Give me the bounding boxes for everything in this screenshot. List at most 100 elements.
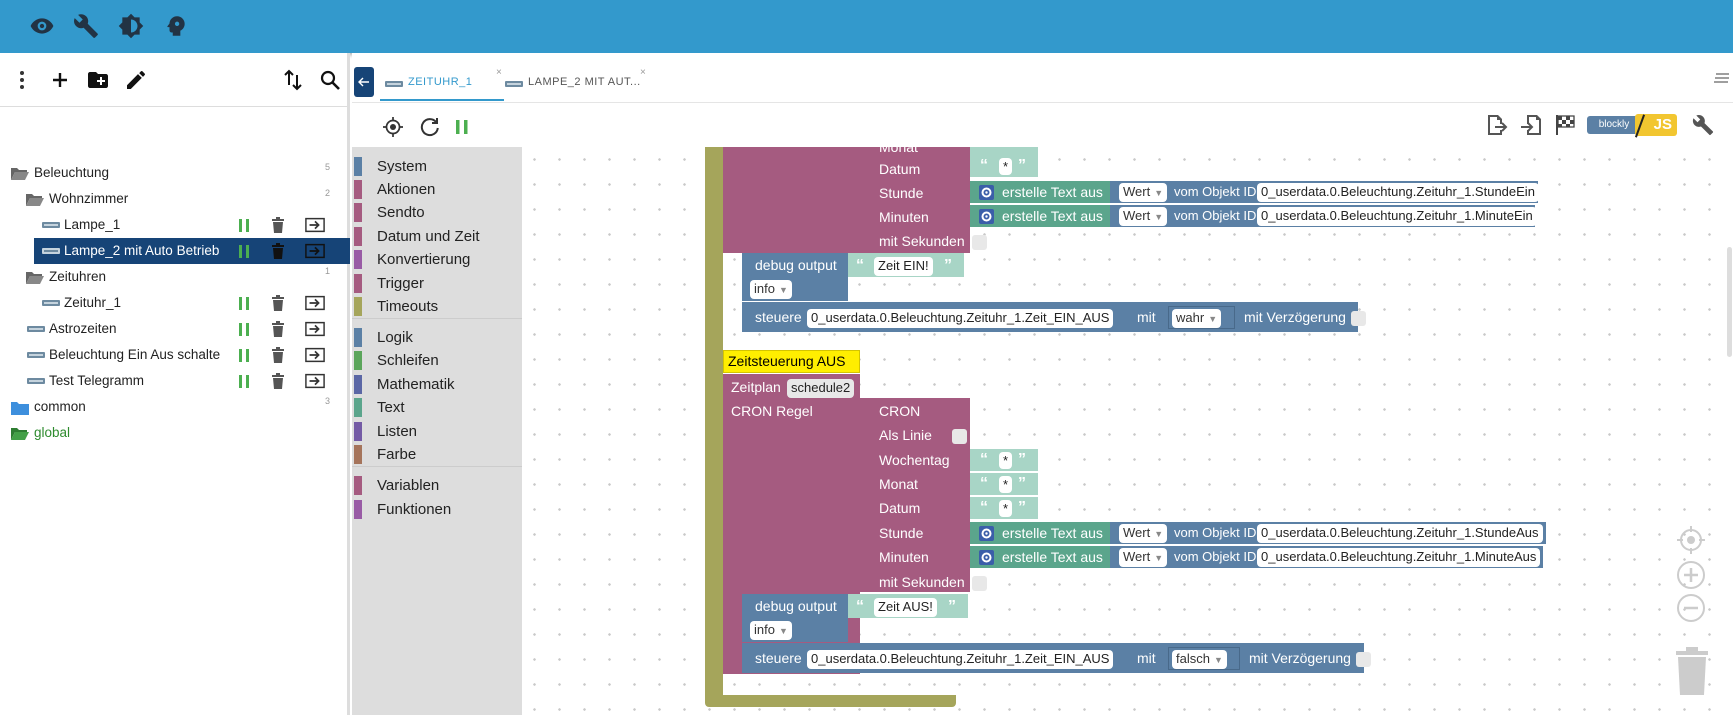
export-file-icon[interactable] [1484, 113, 1508, 137]
import-file-icon[interactable] [1519, 113, 1543, 137]
delay-checkbox[interactable] [1356, 652, 1371, 667]
object-id-field[interactable]: 0_userdata.0.Beleuchtung.Zeituhr_1.Zeit_… [807, 650, 1114, 669]
category-text[interactable]: Text [352, 396, 522, 418]
category-aktionen[interactable]: Aktionen [352, 178, 522, 200]
delay-checkbox[interactable] [1351, 311, 1366, 326]
category-farbe[interactable]: Farbe [352, 443, 522, 465]
text-value-field[interactable]: * [999, 476, 1013, 493]
folder-common[interactable]: common 3 [0, 394, 350, 420]
eye-icon[interactable] [29, 13, 55, 39]
category-schleifen[interactable]: Schleifen [352, 349, 522, 371]
delete-icon[interactable] [268, 216, 288, 234]
gear-icon[interactable] [979, 526, 994, 541]
category-trigger[interactable]: Trigger [352, 272, 522, 294]
gear-icon[interactable] [979, 550, 994, 565]
text-value-field[interactable]: * [999, 500, 1013, 517]
text-value-field[interactable]: * [999, 452, 1013, 469]
delete-icon[interactable] [268, 294, 288, 312]
text-value-field[interactable]: Zeit EIN! [874, 257, 933, 276]
object-id-field[interactable]: 0_userdata.0.Beleuchtung.Zeituhr_1.Stund… [1257, 524, 1543, 543]
refresh-icon[interactable] [419, 116, 441, 138]
boolean-dropdown[interactable]: falsch ▼ [1172, 650, 1227, 669]
tab-close-icon[interactable]: × [640, 67, 646, 78]
debug-level-dropdown[interactable]: info ▼ [750, 621, 792, 640]
export-icon[interactable] [305, 372, 325, 390]
sort-icon[interactable] [281, 68, 305, 92]
zoom-out-icon[interactable] [1676, 593, 1706, 623]
pause-icon[interactable] [234, 320, 254, 338]
category-konvertierung[interactable]: Konvertierung [352, 248, 522, 270]
menu-lines-icon[interactable] [1714, 71, 1730, 85]
category-logik[interactable]: Logik [352, 326, 522, 348]
category-timeouts[interactable]: Timeouts [352, 295, 522, 317]
blockly-workspace[interactable]: Monat Datum Stunde Minuten mit Sekunden … [522, 147, 1733, 715]
category-datum[interactable]: Datum und Zeit [352, 225, 522, 247]
category-system[interactable]: System [352, 155, 522, 177]
pause-icon[interactable] [234, 372, 254, 390]
pause-icon[interactable] [234, 294, 254, 312]
category-funktionen[interactable]: Funktionen [352, 498, 522, 520]
wrench-icon[interactable] [1692, 114, 1714, 136]
pause-icon[interactable] [234, 242, 254, 260]
category-mathematik[interactable]: Mathematik [352, 373, 522, 395]
edit-icon[interactable] [124, 68, 148, 92]
head-icon[interactable] [163, 13, 189, 39]
object-id-field[interactable]: 0_userdata.0.Beleuchtung.Zeituhr_1.Minut… [1257, 548, 1541, 567]
add-folder-icon[interactable] [86, 68, 110, 92]
script-beleuchtung-ein-aus[interactable]: Beleuchtung Ein Aus schalter [0, 342, 350, 368]
locate-icon[interactable] [382, 116, 404, 138]
text-value-field[interactable]: * [999, 158, 1013, 175]
search-icon[interactable] [318, 68, 342, 92]
debug-level-dropdown[interactable]: info ▼ [750, 280, 792, 299]
more-vert-icon[interactable] [10, 68, 34, 92]
script-lampe-2[interactable]: Lampe_2 mit Auto Betrieb [34, 238, 350, 264]
trash-icon[interactable] [1672, 645, 1712, 697]
delete-icon[interactable] [268, 320, 288, 338]
folder-zeituhren[interactable]: Zeituhren 1 [0, 264, 350, 290]
wrench-icon[interactable] [73, 13, 99, 39]
center-workspace-icon[interactable] [1676, 525, 1706, 555]
script-lampe-1[interactable]: Lampe_1 [0, 212, 350, 238]
wert-dropdown[interactable]: Wert ▼ [1119, 524, 1168, 543]
folder-wohnzimmer[interactable]: Wohnzimmer 2 [0, 186, 350, 212]
object-id-field[interactable]: 0_userdata.0.Beleuchtung.Zeituhr_1.Zeit_… [807, 309, 1114, 328]
boolean-dropdown[interactable]: wahr ▼ [1172, 309, 1222, 328]
tab-zeituhr-1[interactable]: ZEITUHR_1 × [380, 67, 504, 101]
container-block-spine[interactable] [705, 147, 723, 700]
category-listen[interactable]: Listen [352, 420, 522, 442]
delete-icon[interactable] [268, 346, 288, 364]
contrast-icon[interactable] [118, 13, 144, 39]
wert-dropdown[interactable]: Wert ▼ [1119, 207, 1168, 226]
category-sendto[interactable]: Sendto [352, 201, 522, 223]
schedule-block[interactable] [723, 147, 860, 253]
pause-icon[interactable] [452, 116, 472, 138]
als-linie-checkbox[interactable] [952, 429, 967, 444]
text-value-field[interactable]: Zeit AUS! [874, 598, 937, 617]
tab-lampe-2[interactable]: LAMPE_2 MIT AUT... × [500, 67, 646, 101]
folder-beleuchtung[interactable]: Beleuchtung 5 [0, 160, 350, 186]
wert-dropdown[interactable]: Wert ▼ [1119, 183, 1168, 202]
collapse-panel-button[interactable] [354, 67, 374, 97]
script-astrozeiten[interactable]: Astrozeiten [0, 316, 350, 342]
gear-icon[interactable] [979, 209, 994, 224]
add-icon[interactable] [48, 68, 72, 92]
script-zeituhr-1[interactable]: Zeituhr_1 [0, 290, 350, 316]
pause-icon[interactable] [234, 216, 254, 234]
wert-dropdown[interactable]: Wert ▼ [1119, 548, 1168, 567]
pause-icon[interactable] [234, 346, 254, 364]
object-id-field[interactable]: 0_userdata.0.Beleuchtung.Zeituhr_1.Stund… [1257, 183, 1539, 202]
export-icon[interactable] [305, 216, 325, 234]
script-test-telegramm[interactable]: Test Telegramm [0, 368, 350, 394]
export-icon[interactable] [305, 320, 325, 338]
mit-sekunden-checkbox[interactable] [972, 235, 987, 250]
export-icon[interactable] [305, 294, 325, 312]
category-variablen[interactable]: Variablen [352, 474, 522, 496]
export-icon[interactable] [305, 346, 325, 364]
object-id-field[interactable]: 0_userdata.0.Beleuchtung.Zeituhr_1.Minut… [1257, 207, 1537, 226]
export-icon[interactable] [305, 242, 325, 260]
delete-icon[interactable] [268, 372, 288, 390]
container-block-bottom[interactable] [705, 695, 956, 707]
zoom-in-icon[interactable] [1676, 560, 1706, 590]
mit-sekunden-checkbox[interactable] [972, 576, 987, 591]
delete-icon[interactable] [268, 242, 288, 260]
